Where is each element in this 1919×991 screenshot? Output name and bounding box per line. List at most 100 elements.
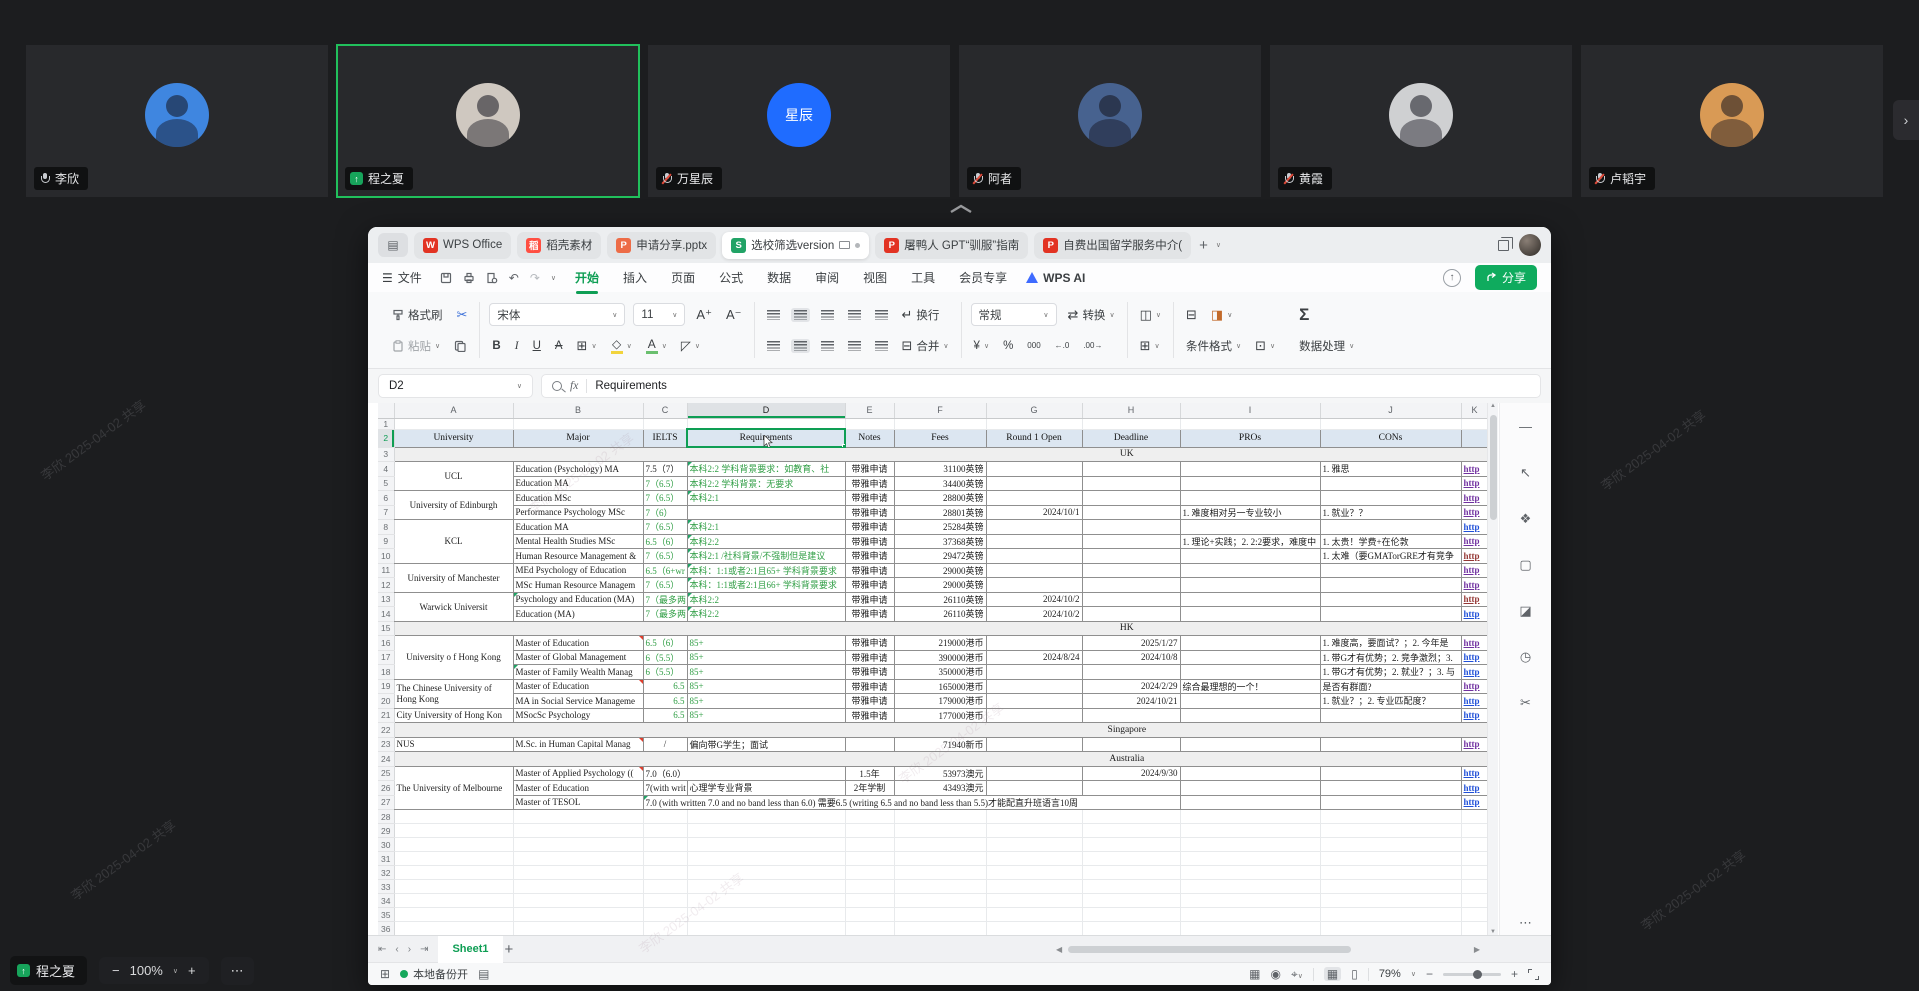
cell-A16[interactable]: University o f Hong Kong (394, 636, 513, 680)
hscroll-thumb[interactable] (1068, 946, 1351, 953)
menu-审阅[interactable]: 审阅 (814, 266, 840, 289)
last-sheet-icon[interactable]: ⇥ (420, 944, 428, 955)
cell-style-button[interactable]: ◫∨ (1137, 305, 1164, 325)
cell-E14[interactable]: 带雅申请 (845, 607, 894, 622)
cell-G30[interactable] (986, 838, 1082, 852)
cell-K7[interactable]: http (1461, 505, 1488, 520)
cell-J32[interactable] (1320, 866, 1461, 880)
cell-D16[interactable]: 85+ (687, 636, 845, 651)
cell-G36[interactable] (986, 922, 1082, 936)
row-header-30[interactable]: 30 (378, 838, 394, 852)
align-middle-button[interactable] (791, 308, 810, 322)
cell-H32[interactable] (1082, 866, 1180, 880)
cell-G35[interactable] (986, 908, 1082, 922)
cell-J13[interactable] (1320, 592, 1461, 607)
cell-E25[interactable]: 1.5年 (845, 766, 894, 781)
row-header-35[interactable]: 35 (378, 908, 394, 922)
cell-J1[interactable] (1320, 418, 1461, 429)
cell-F8[interactable]: 25284英镑 (894, 520, 986, 535)
cell-H29[interactable] (1082, 824, 1180, 838)
cell-D9[interactable]: 本科2:2 (687, 534, 845, 549)
paste-button[interactable]: 粘贴∨ (389, 336, 443, 356)
collapse-strip-button[interactable] (948, 202, 974, 220)
cell-F13[interactable]: 26110英镑 (894, 592, 986, 607)
cell-B17[interactable]: Master of Global Management (513, 650, 643, 665)
cell-K33[interactable] (1461, 880, 1488, 894)
cell-G31[interactable] (986, 852, 1082, 866)
cell-H26[interactable] (1082, 781, 1180, 796)
cell-E6[interactable]: 带雅申请 (845, 491, 894, 506)
cell-E8[interactable]: 带雅申请 (845, 520, 894, 535)
cell-F5[interactable]: 34400英镑 (894, 476, 986, 491)
align-center-button[interactable] (791, 339, 810, 353)
cell-J23[interactable] (1320, 737, 1461, 752)
cell-I27[interactable] (1180, 795, 1320, 810)
cell-H13[interactable] (1082, 592, 1180, 607)
cell-C13[interactable]: 7（最多两 (643, 592, 687, 607)
cell-C30[interactable] (643, 838, 687, 852)
cell-K23[interactable]: http (1461, 737, 1488, 752)
cell-G7[interactable]: 2024/10/1 (986, 505, 1082, 520)
undo-icon[interactable]: ↶ (509, 271, 519, 285)
cell-K17[interactable]: http (1461, 650, 1488, 665)
zoom-level[interactable]: 79% (1379, 968, 1401, 980)
copy-button[interactable] (451, 338, 469, 354)
row-header-28[interactable]: 28 (378, 810, 394, 824)
cell-G20[interactable] (986, 694, 1082, 709)
cell-K27[interactable]: http (1461, 795, 1488, 810)
cell-I5[interactable] (1180, 476, 1320, 491)
cell-F26[interactable]: 43493澳元 (894, 781, 986, 796)
cell-E7[interactable]: 带雅申请 (845, 505, 894, 520)
cell-F10[interactable]: 29472英镑 (894, 549, 986, 564)
row-header-15[interactable]: 15 (378, 621, 394, 636)
cell-E29[interactable] (845, 824, 894, 838)
menu-视图[interactable]: 视图 (862, 266, 888, 289)
overlay-zoom-dropdown-icon[interactable]: ∨ (173, 967, 178, 975)
cell-B8[interactable]: Education MA (513, 520, 643, 535)
cell-D33[interactable] (687, 880, 845, 894)
cell-H9[interactable] (1082, 534, 1180, 549)
col-header-I[interactable]: I (1180, 403, 1320, 418)
cell-F11[interactable]: 29000英镑 (894, 563, 986, 578)
cell-B29[interactable] (513, 824, 643, 838)
cell-G21[interactable] (986, 708, 1082, 723)
cell-F14[interactable]: 26110英镑 (894, 607, 986, 622)
menu-页面[interactable]: 页面 (670, 266, 696, 289)
note-icon[interactable]: ▤ (478, 967, 489, 981)
vscroll-thumb[interactable] (1490, 415, 1497, 520)
cell-I1[interactable] (1180, 418, 1320, 429)
cell-J12[interactable] (1320, 578, 1461, 593)
cell-K28[interactable] (1461, 810, 1488, 824)
cell-A28[interactable] (394, 810, 513, 824)
cell-settings-icon[interactable]: ⊞ (380, 967, 390, 981)
row-header-7[interactable]: 7 (378, 505, 394, 520)
row-header-20[interactable]: 20 (378, 694, 394, 709)
zoom-in-button[interactable]: + (1511, 967, 1518, 981)
cell-F21[interactable]: 177000港币 (894, 708, 986, 723)
col-header-G[interactable]: G (986, 403, 1082, 418)
cell-C14[interactable]: 7（最多两 (643, 607, 687, 622)
autosum-button[interactable]: Σ (1296, 303, 1312, 327)
cell-J5[interactable] (1320, 476, 1461, 491)
cell-H33[interactable] (1082, 880, 1180, 894)
cell-J10[interactable]: 1. 太难（要GMATorGRE才有竞争 (1320, 549, 1461, 564)
font-color-button[interactable]: A∨ (643, 336, 670, 356)
align-left-button[interactable] (764, 339, 783, 353)
cell-K12[interactable]: http (1461, 578, 1488, 593)
new-tab-button[interactable]: + (1197, 237, 1210, 254)
cell-K14[interactable]: http (1461, 607, 1488, 622)
restore-window-icon[interactable] (1498, 240, 1509, 251)
row-header-34[interactable]: 34 (378, 894, 394, 908)
clear-format-button[interactable]: ◸∨ (678, 336, 703, 356)
cell-J7[interactable]: 1. 就业？？ (1320, 505, 1461, 520)
row-header-2[interactable]: 2 (378, 429, 394, 447)
cell-A2[interactable]: University (394, 429, 513, 447)
cell-B34[interactable] (513, 894, 643, 908)
col-header-B[interactable]: B (513, 403, 643, 418)
cell-E11[interactable]: 带雅申请 (845, 563, 894, 578)
cell-G6[interactable] (986, 491, 1082, 506)
cell-G11[interactable] (986, 563, 1082, 578)
decrease-indent-button[interactable] (845, 308, 864, 322)
cell-C33[interactable] (643, 880, 687, 894)
cell-G2[interactable]: Round 1 Open (986, 429, 1082, 447)
